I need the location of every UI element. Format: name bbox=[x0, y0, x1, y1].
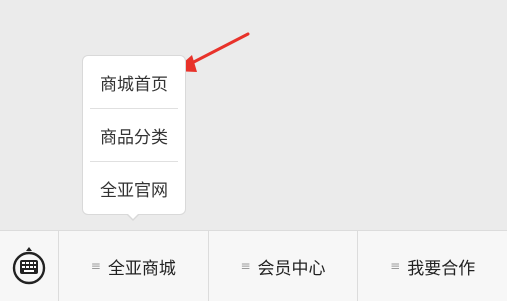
popup-menu: 商城首页 商品分类 全亚官网 bbox=[82, 55, 186, 215]
tab-label: 会员中心 bbox=[257, 258, 326, 279]
menu-lines-icon: ≡ bbox=[240, 259, 251, 273]
menu-lines-icon: ≡ bbox=[390, 259, 401, 273]
menu-item-product-category[interactable]: 商品分类 bbox=[90, 108, 178, 161]
tab-cooperation[interactable]: ≡ 我要合作 bbox=[357, 231, 507, 301]
tab-member-center[interactable]: ≡ 会员中心 bbox=[207, 231, 358, 301]
keyboard-icon bbox=[12, 247, 46, 285]
tab-quanya-mall[interactable]: ≡ 全亚商城 bbox=[59, 231, 208, 301]
tab-label: 我要合作 bbox=[407, 258, 476, 279]
annotation-arrow bbox=[174, 32, 250, 72]
bottom-tabbar: ≡ 全亚商城 ≡ 会员中心 ≡ 我要合作 bbox=[0, 230, 507, 301]
popup-tail-fill bbox=[127, 213, 139, 219]
keyboard-toggle-button[interactable] bbox=[0, 231, 59, 301]
menu-lines-icon: ≡ bbox=[90, 259, 101, 273]
menu-item-mall-home[interactable]: 商城首页 bbox=[90, 56, 178, 108]
tab-label: 全亚商城 bbox=[107, 258, 176, 279]
menu-item-official-site[interactable]: 全亚官网 bbox=[90, 161, 178, 214]
